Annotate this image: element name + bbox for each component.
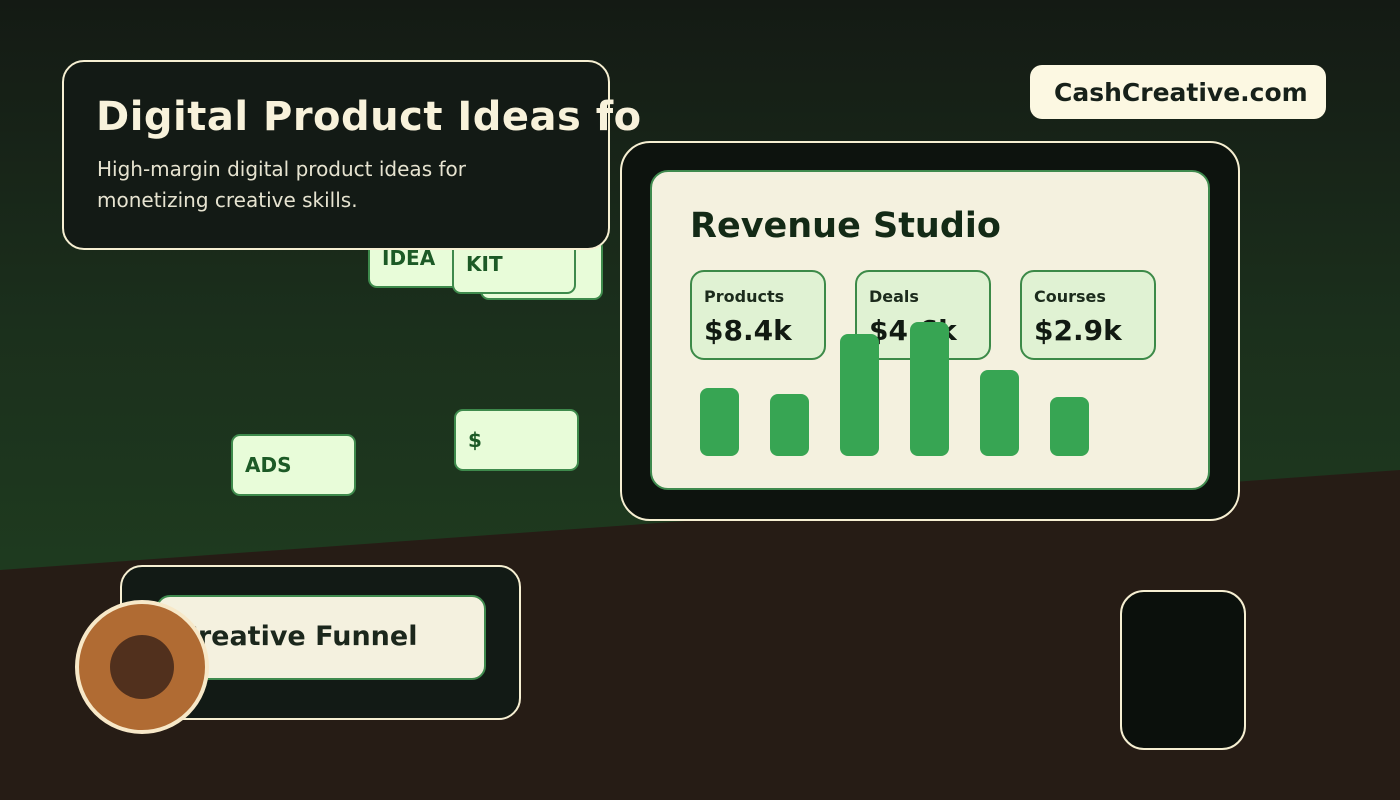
tag-kit-label: KIT xyxy=(466,252,503,276)
phone-device xyxy=(1120,590,1246,750)
stat-products-label: Products xyxy=(704,287,785,306)
chart-bar xyxy=(840,334,879,456)
tag-dollar-label: $ xyxy=(468,428,482,452)
title-card: Digital Product Ideas fo High-margin dig… xyxy=(62,60,641,250)
chart-bar xyxy=(980,370,1019,456)
brand-label: CashCreative.com xyxy=(1054,78,1308,107)
tag-ads-label: ADS xyxy=(245,453,292,477)
chart-bar xyxy=(910,322,949,456)
chart-bar xyxy=(700,388,739,456)
coin-icon xyxy=(75,600,209,734)
tag-ads[interactable]: ADS xyxy=(231,434,356,496)
chart-bar xyxy=(770,394,809,456)
page-subtitle: High-margin digital product ideas for mo… xyxy=(97,157,466,212)
bar-chart xyxy=(700,322,1100,456)
brand-badge[interactable]: CashCreative.com xyxy=(1030,65,1326,119)
stat-courses-label: Courses xyxy=(1034,287,1106,306)
stat-deals-label: Deals xyxy=(869,287,919,306)
chart-bar xyxy=(1050,397,1089,456)
page-title: Digital Product Ideas fo xyxy=(96,94,642,140)
tag-dollar[interactable]: $ xyxy=(454,409,579,471)
dashboard-title: Revenue Studio xyxy=(690,206,1001,246)
funnel-label: Creative Funnel xyxy=(178,621,418,652)
coin-center xyxy=(110,635,174,699)
